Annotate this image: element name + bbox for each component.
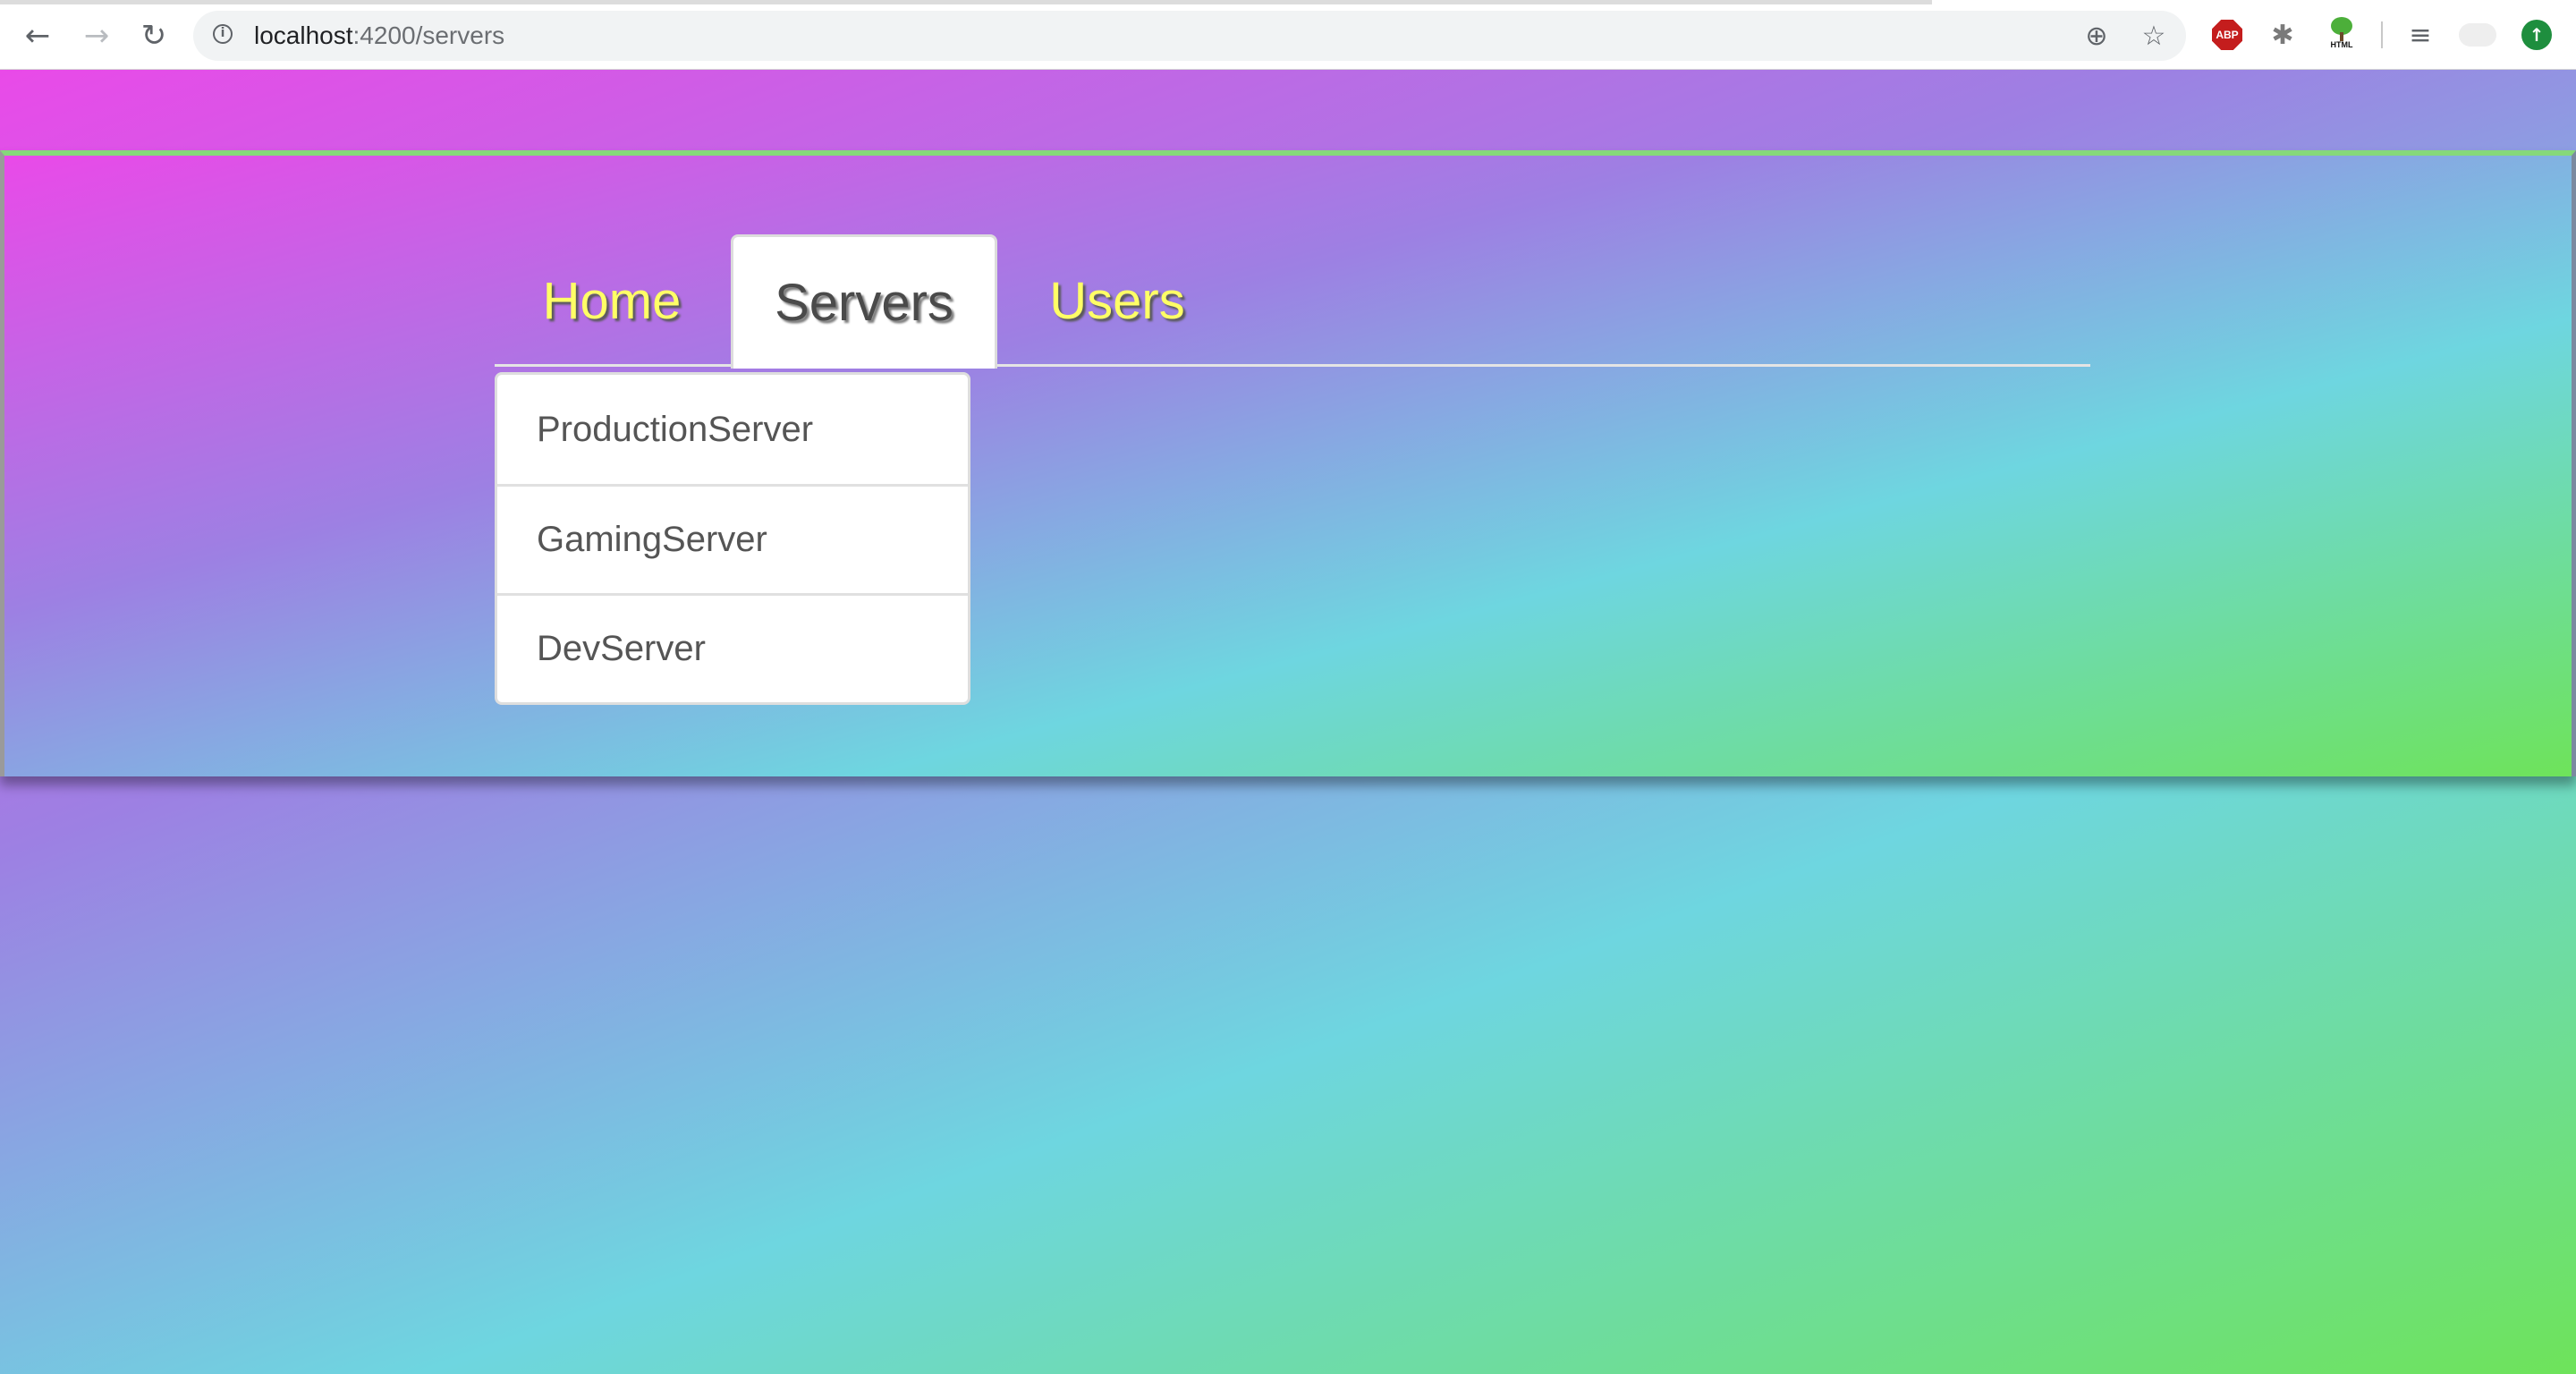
abp-badge: ABP [2212, 20, 2242, 50]
profile-blob [2459, 23, 2496, 47]
page: ← → ↻ i localhost:4200/servers ⊕ ☆ ABP ✱… [0, 0, 2576, 1374]
url-path: :4200/servers [352, 21, 505, 49]
header-panel: Home Servers Users ProductionServer Gami… [0, 150, 2576, 776]
media-playlist-icon[interactable]: ≡ [2401, 15, 2440, 55]
server-item-dev[interactable]: DevServer [497, 593, 968, 702]
back-icon[interactable]: ← [14, 13, 61, 59]
tab-servers[interactable]: Servers [731, 234, 997, 369]
server-item-gaming[interactable]: GamingServer [497, 484, 968, 593]
update-badge: ↑ [2521, 20, 2552, 50]
profile-avatar[interactable] [2458, 15, 2497, 55]
address-bar[interactable]: i localhost:4200/servers ⊕ ☆ [193, 11, 2186, 61]
bug-icon: ✱ [2271, 19, 2294, 51]
adblock-extension-icon[interactable]: ABP [2207, 15, 2247, 55]
html-ext-label: HTML [2330, 40, 2353, 49]
forward-icon[interactable]: → [73, 13, 120, 59]
zoom-icon[interactable]: ⊕ [2079, 18, 2114, 54]
bug-extension-icon[interactable]: ✱ [2263, 15, 2302, 55]
url-host: localhost [254, 21, 353, 49]
toolbar-divider [2381, 21, 2383, 48]
tab-home-label: Home [542, 271, 682, 330]
page-viewport: Home Servers Users ProductionServer Gami… [0, 70, 2576, 1374]
html-tree-extension-icon[interactable]: HTML [2322, 15, 2361, 55]
browser-toolbar: ← → ↻ i localhost:4200/servers ⊕ ☆ ABP ✱… [0, 0, 2576, 70]
tab-users[interactable]: Users [997, 234, 1237, 367]
info-icon[interactable]: i [213, 24, 233, 44]
url-text[interactable]: localhost:4200/servers [254, 21, 504, 50]
tree-icon: HTML [2324, 17, 2360, 53]
update-icon[interactable]: ↑ [2517, 15, 2556, 55]
loading-bar [0, 0, 1932, 4]
bookmark-star-icon[interactable]: ☆ [2136, 18, 2172, 54]
tab-home[interactable]: Home [495, 234, 729, 367]
tab-servers-label: Servers [775, 274, 953, 332]
tab-users-label: Users [1049, 271, 1185, 330]
servers-list: ProductionServer GamingServer DevServer [495, 372, 970, 705]
playlist-icon: ≡ [2409, 19, 2432, 51]
server-item-production[interactable]: ProductionServer [497, 375, 968, 484]
nav-tabs: Home Servers Users [495, 234, 2090, 369]
reload-icon[interactable]: ↻ [131, 13, 177, 59]
